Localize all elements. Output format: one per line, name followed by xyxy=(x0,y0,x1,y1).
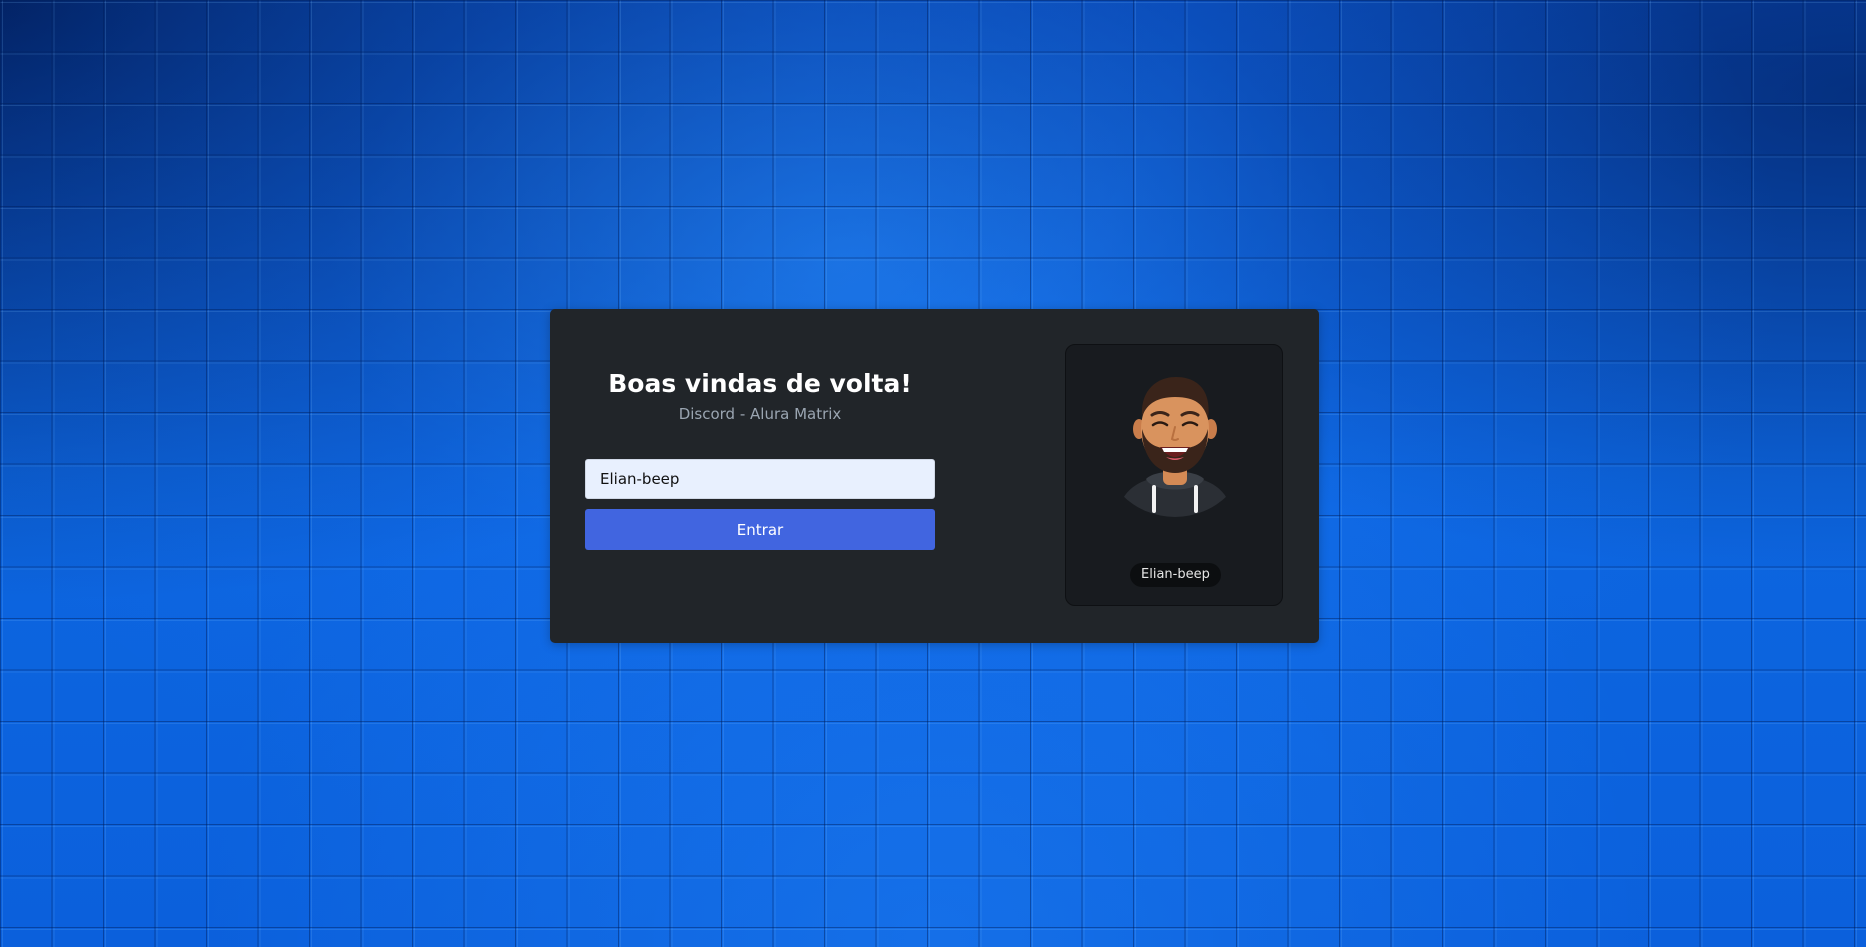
avatar-icon xyxy=(1118,377,1232,517)
submit-button[interactable]: Entrar xyxy=(585,509,935,550)
profile-panel: Elian-beep xyxy=(1065,344,1283,606)
avatar xyxy=(1100,367,1250,517)
page-subtitle: Discord - Alura Matrix xyxy=(678,405,842,423)
login-card: Boas vindas de volta! Discord - Alura Ma… xyxy=(550,309,1319,643)
avatar-username-badge: Elian-beep xyxy=(1130,563,1221,587)
username-input[interactable] xyxy=(585,459,935,499)
login-form: Boas vindas de volta! Discord - Alura Ma… xyxy=(585,309,935,643)
page-title: Boas vindas de volta! xyxy=(608,369,912,398)
